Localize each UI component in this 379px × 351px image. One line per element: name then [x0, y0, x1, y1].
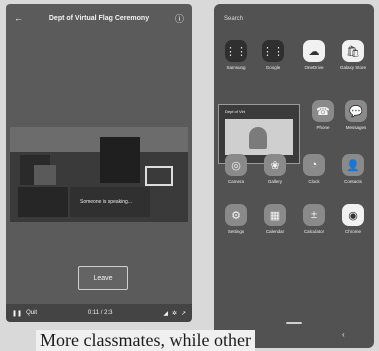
time-readout: 0:11 / 2:3 — [87, 310, 113, 316]
app-label: Galaxy Store — [339, 65, 366, 70]
settings-icon[interactable]: ✲ — [172, 310, 177, 317]
app-label: Camera — [227, 179, 244, 184]
shopping-bag-icon: 🛍 — [342, 40, 364, 62]
app-gallery[interactable]: ❀ Gallery — [257, 154, 293, 185]
cloud-icon: ☁ — [303, 40, 325, 62]
app-label: Phone — [316, 125, 330, 130]
app-label: Contacts — [344, 179, 362, 184]
grid-icon: ⋮⋮ — [225, 40, 247, 62]
phone-icon: ☎ — [312, 100, 334, 122]
app-label: Gallery — [267, 179, 283, 184]
app-contacts[interactable]: 👤 Contacts — [335, 154, 371, 185]
app-settings[interactable]: ⚙ Settings — [218, 204, 254, 235]
app-label: OneDrive — [304, 65, 324, 70]
app-onedrive[interactable]: ☁ OneDrive — [296, 40, 332, 71]
app-camera[interactable]: ◎ Camera — [218, 154, 254, 185]
pip-person — [249, 127, 267, 149]
chat-icon: 💬 — [345, 100, 367, 122]
pip-title: Dept of Virt — [225, 109, 245, 114]
leave-button[interactable]: Leave — [78, 266, 128, 290]
volume-icon[interactable]: ◢ — [163, 310, 168, 317]
app-phone[interactable]: ☎ Phone — [305, 100, 341, 131]
camera-icon: ◎ — [225, 154, 247, 176]
info-icon[interactable]: ⓘ — [175, 12, 184, 25]
meeting-title: Dept of Virtual Flag Ceremony — [48, 14, 150, 22]
app-label: Messages — [345, 125, 367, 130]
pause-icon[interactable]: ❚❚ — [12, 310, 22, 317]
app-samsung[interactable]: ⋮⋮ Samsung — [218, 40, 254, 71]
contacts-icon: 👤 — [342, 154, 364, 176]
video-scene — [10, 127, 188, 222]
left-phone-screen: ← Dept of Virtual Flag Ceremony ⓘ Someon… — [6, 4, 192, 322]
app-chrome[interactable]: ◉ Chrome — [335, 204, 371, 235]
gallery-icon: ❀ — [264, 154, 286, 176]
app-label: Calculator — [303, 229, 325, 234]
calendar-icon: ▦ — [264, 204, 286, 226]
quit-label[interactable]: Quit — [26, 310, 37, 316]
app-calculator[interactable]: ± Calculator — [296, 204, 332, 235]
speaking-caption: Someone is speaking... — [80, 199, 132, 205]
video-feed: Someone is speaking... — [10, 127, 188, 222]
clock-icon: ◔ — [303, 154, 325, 176]
right-phone-screen: Search ⋮⋮ Samsung ⋮⋮ Google ☁ OneDrive 🛍… — [214, 4, 374, 348]
chrome-icon: ◉ — [342, 204, 364, 226]
search-label[interactable]: Search — [224, 16, 243, 22]
bottom-caption-text: More classmates, while other — [36, 330, 255, 351]
app-google[interactable]: ⋮⋮ Google — [255, 40, 291, 71]
app-galaxy-store[interactable]: 🛍 Galaxy Store — [335, 40, 371, 71]
app-label: Google — [265, 65, 281, 70]
calculator-icon: ± — [303, 204, 325, 226]
app-label: Calendar — [265, 229, 285, 234]
back-nav-icon[interactable]: ‹ — [342, 330, 345, 339]
app-label: Chrome — [344, 229, 361, 234]
app-clock[interactable]: ◔ Clock — [296, 154, 332, 185]
expand-icon[interactable]: ↗ — [181, 310, 186, 317]
app-label: Clock — [308, 179, 320, 184]
back-arrow-icon[interactable]: ← — [14, 13, 23, 23]
video-controls-bar: ❚❚ Quit 0:11 / 2:3 ◢ ✲ ↗ — [6, 304, 192, 322]
app-calendar[interactable]: ▦ Calendar — [257, 204, 293, 235]
video-call-header: ← Dept of Virtual Flag Ceremony ⓘ — [6, 4, 192, 32]
app-messages[interactable]: 💬 Messages — [338, 100, 374, 131]
app-label: Samsung — [226, 65, 246, 70]
app-label: Settings — [227, 229, 245, 234]
page-indicator — [286, 322, 302, 324]
grid-icon: ⋮⋮ — [262, 40, 284, 62]
gear-icon: ⚙ — [225, 204, 247, 226]
